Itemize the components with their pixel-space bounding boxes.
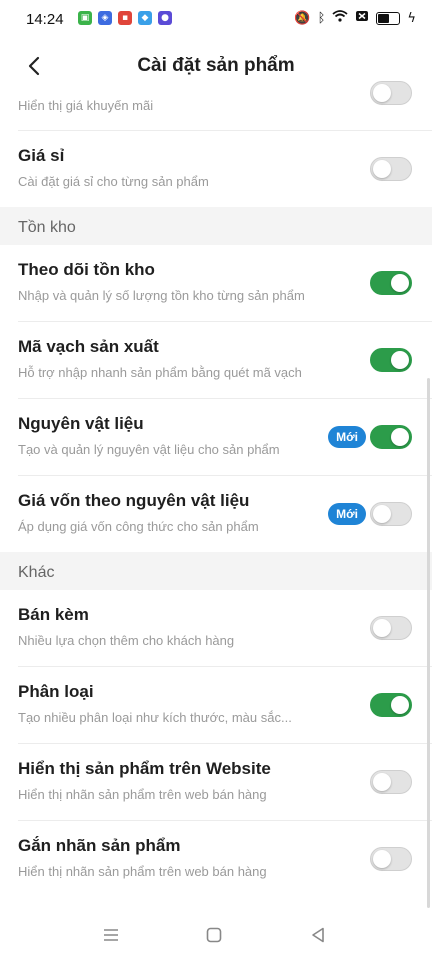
product-labels-subtitle: Hiển thị nhãn sản phẩm trên web bán hàng	[18, 864, 267, 879]
variants-toggle[interactable]	[370, 693, 412, 717]
setting-row-product-labels[interactable]: Gắn nhãn sản phẩm Hiển thị nhãn sản phẩm…	[18, 821, 432, 897]
battery-icon	[376, 11, 401, 25]
wholesale-price-subtitle: Cài đặt giá sỉ cho từng sản phẩm	[18, 174, 209, 189]
variants-subtitle: Tạo nhiều phân loại như kích thước, màu …	[18, 710, 292, 725]
notification-app-icons: ▣ ◈ ▪ ◆ ●	[78, 11, 172, 25]
setting-row-show-on-website[interactable]: Hiển thị sản phẩm trên Website Hiển thị …	[18, 744, 432, 821]
promo-price-toggle[interactable]	[370, 81, 412, 105]
app-blue-icon: ◈	[98, 11, 112, 25]
product-labels-title: Gắn nhãn sản phẩm	[18, 836, 181, 855]
home-button[interactable]	[203, 924, 225, 946]
bluetooth-icon: ᛒ	[317, 10, 326, 26]
materials-subtitle: Tạo và quản lý nguyên vật liệu cho sản p…	[18, 442, 280, 457]
section-title: Khác	[18, 564, 55, 581]
toggle-knob	[391, 274, 409, 292]
setting-row-bundle[interactable]: Bán kèm Nhiều lựa chọn thêm cho khách hà…	[18, 590, 432, 667]
material-cost-title: Giá vốn theo nguyên vật liệu	[18, 491, 250, 510]
barcode-subtitle: Hỗ trợ nhập nhanh sản phẩm bằng quét mã …	[18, 365, 302, 380]
toggle-knob	[373, 505, 391, 523]
home-square-icon	[206, 927, 222, 943]
material-cost-subtitle: Áp dụng giá vốn công thức cho sản phẩm	[18, 519, 259, 534]
toggle-knob	[391, 696, 409, 714]
status-bar: 14:24 ▣ ◈ ▪ ◆ ● 🔕 ᛒ ϟ	[0, 0, 432, 36]
menu-button[interactable]	[100, 924, 122, 946]
app-red-icon: ▪	[118, 11, 132, 25]
track-inventory-title: Theo dõi tồn kho	[18, 260, 155, 279]
show-on-website-toggle[interactable]	[370, 770, 412, 794]
toggle-knob	[373, 850, 391, 868]
setting-row-variants[interactable]: Phân loại Tạo nhiều phân loại như kích t…	[18, 667, 432, 744]
material-cost-toggle[interactable]	[370, 502, 412, 526]
toggle-knob	[373, 619, 391, 637]
toggle-knob	[391, 351, 409, 369]
section-header-inventory: Tồn kho	[0, 207, 432, 245]
mute-icon: 🔕	[294, 10, 311, 26]
setting-row-promo-price[interactable]: Hiển thị giá khuyến mãi	[18, 78, 432, 131]
section-header-other: Khác	[0, 552, 432, 590]
wholesale-price-toggle[interactable]	[370, 157, 412, 181]
materials-title: Nguyên vật liệu	[18, 414, 144, 433]
back-nav-button[interactable]	[307, 924, 329, 946]
bundle-title: Bán kèm	[18, 605, 89, 624]
new-badge: Mới	[328, 426, 366, 448]
promo-price-subtitle: Hiển thị giá khuyến mãi	[18, 98, 154, 113]
product-labels-toggle[interactable]	[370, 847, 412, 871]
bundle-toggle[interactable]	[370, 616, 412, 640]
new-badge: Mới	[328, 503, 366, 525]
no-sim-icon	[355, 10, 369, 26]
setting-row-material-cost[interactable]: Giá vốn theo nguyên vật liệu Áp dụng giá…	[18, 476, 432, 552]
app-green-icon: ▣	[78, 11, 92, 25]
variants-title: Phân loại	[18, 682, 94, 701]
show-on-website-title: Hiển thị sản phẩm trên Website	[18, 759, 271, 778]
settings-list[interactable]: Hiển thị giá khuyến mãi Giá sỉ Cài đặt g…	[0, 78, 432, 910]
app-lightblue-icon: ◆	[138, 11, 152, 25]
barcode-title: Mã vạch sản xuất	[18, 337, 159, 356]
wifi-icon	[332, 10, 349, 26]
setting-row-track-inventory[interactable]: Theo dõi tồn kho Nhập và quản lý số lượn…	[18, 245, 432, 322]
toggle-knob	[373, 160, 391, 178]
menu-icon	[104, 929, 118, 941]
setting-row-barcode[interactable]: Mã vạch sản xuất Hỗ trợ nhập nhanh sản p…	[18, 322, 432, 399]
page-title: Cài đặt sản phẩm	[137, 55, 295, 76]
toggle-knob	[373, 84, 391, 102]
wholesale-price-title: Giá sỉ	[18, 146, 65, 165]
scrollbar[interactable]	[427, 378, 430, 908]
bundle-subtitle: Nhiều lựa chọn thêm cho khách hàng	[18, 633, 235, 648]
charging-icon: ϟ	[407, 10, 416, 26]
setting-row-materials[interactable]: Nguyên vật liệu Tạo và quản lý nguyên vậ…	[18, 399, 432, 476]
barcode-toggle[interactable]	[370, 348, 412, 372]
section-title: Tồn kho	[18, 219, 76, 236]
materials-toggle[interactable]	[370, 425, 412, 449]
show-on-website-subtitle: Hiển thị nhãn sản phẩm trên web bán hàng	[18, 787, 267, 802]
status-time: 14:24	[26, 11, 64, 28]
track-inventory-toggle[interactable]	[370, 271, 412, 295]
app-purple-icon: ●	[158, 11, 172, 25]
setting-row-wholesale-price[interactable]: Giá sỉ Cài đặt giá sỉ cho từng sản phẩm	[18, 131, 432, 207]
system-status-icons: 🔕 ᛒ ϟ	[294, 10, 416, 26]
system-navigation-bar	[0, 912, 432, 960]
back-triangle-icon	[312, 927, 324, 943]
toggle-knob	[391, 428, 409, 446]
track-inventory-subtitle: Nhập và quản lý số lượng tồn kho từng sả…	[18, 288, 305, 303]
toggle-knob	[373, 773, 391, 791]
